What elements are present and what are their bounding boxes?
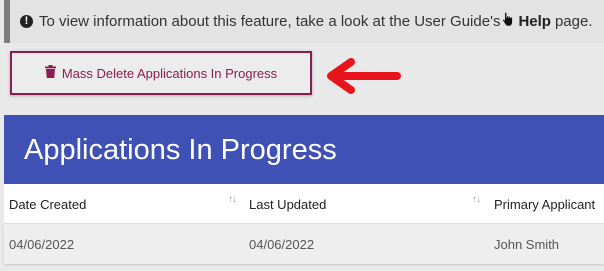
info-suffix: page. [554, 13, 593, 30]
cell-date-created: 04/06/2022 [9, 236, 75, 252]
column-header-date-created[interactable]: Date Created [9, 184, 86, 224]
column-label: Last Updated [249, 196, 327, 212]
mass-delete-button[interactable]: Mass Delete Applications In Progress [10, 51, 312, 95]
help-link[interactable]: Help [518, 13, 551, 30]
info-banner: ! To view information about this feature… [4, 0, 604, 43]
page-title: Applications In Progress [24, 133, 337, 166]
column-header-last-updated[interactable]: Last Updated [249, 184, 326, 224]
cell-last-updated: 04/06/2022 [249, 236, 315, 252]
panel-header: Applications In Progress [4, 115, 604, 185]
table-row[interactable]: 04/06/2022 04/06/2022 John Smith [4, 224, 604, 264]
sort-icon[interactable]: ↑↓ [228, 194, 237, 205]
column-label: Date Created [9, 196, 87, 212]
mass-delete-label: Mass Delete Applications In Progress [61, 65, 278, 81]
hand-pointer-icon [502, 12, 514, 31]
column-header-primary-applicant[interactable]: Primary Applicant [494, 184, 595, 224]
red-arrow-icon [323, 56, 403, 101]
table-header-row: Date Created ↑↓ Last Updated ↑↓ Primary … [4, 184, 604, 224]
info-circle-icon: ! [20, 15, 33, 28]
trash-icon [44, 65, 56, 81]
info-text: To view information about this feature, … [39, 13, 501, 30]
column-label: Primary Applicant [494, 196, 596, 212]
cell-primary-applicant: John Smith [494, 236, 560, 252]
sort-icon[interactable]: ↑↓ [472, 194, 481, 205]
